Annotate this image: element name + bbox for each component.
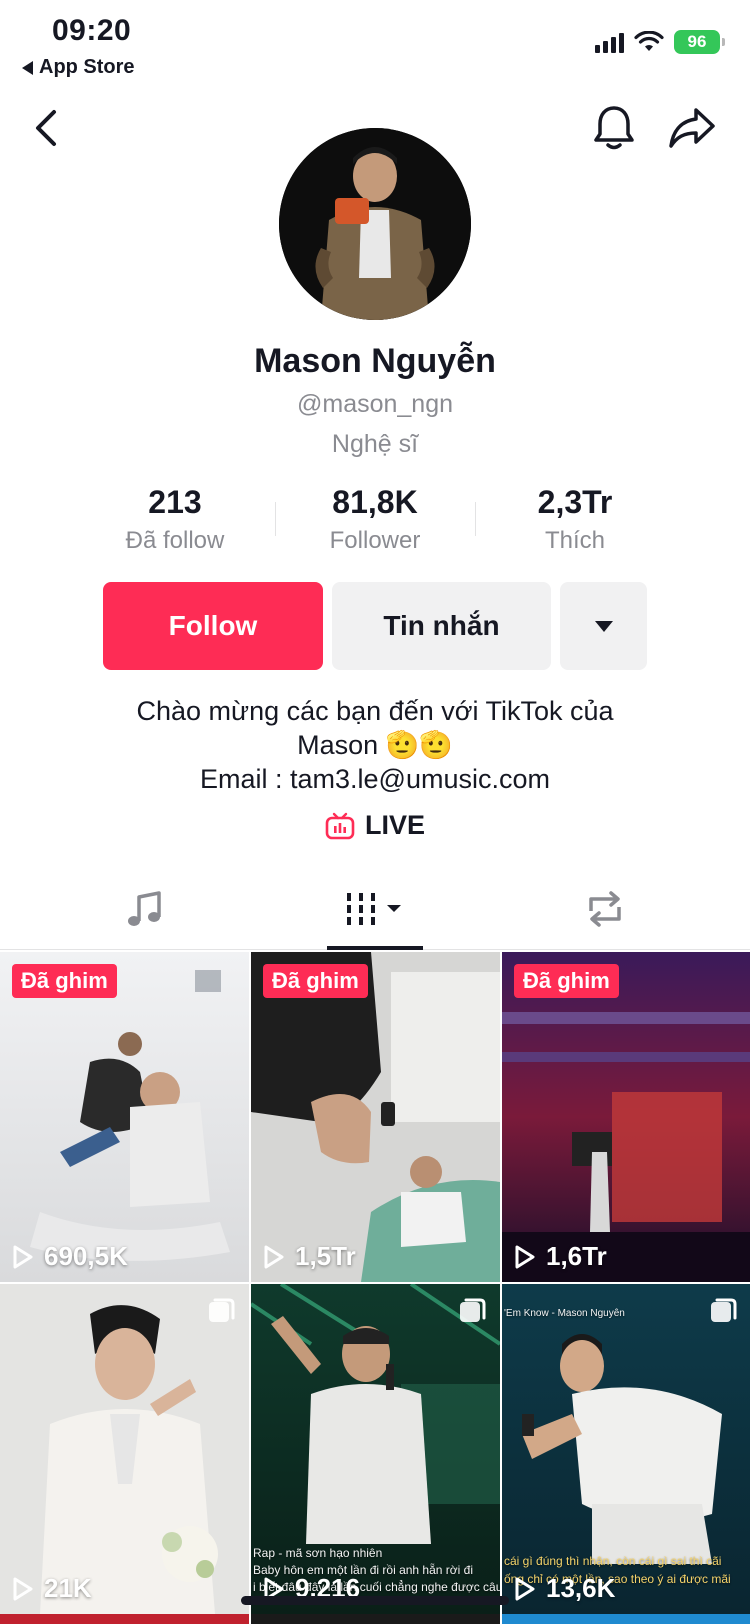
avatar[interactable]	[279, 128, 471, 320]
video-thumbnail-image	[0, 952, 249, 1282]
live-label: LIVE	[364, 810, 425, 840]
stat-value: 213	[148, 484, 202, 520]
message-button[interactable]: Tin nhắn	[332, 582, 551, 670]
pinned-badge: Đã ghim	[514, 964, 619, 998]
stat-divider	[475, 502, 476, 536]
profile-handle: @mason_ngn	[296, 390, 454, 418]
profile-stats: 213 Đã follow 81,8K Follower 2,3Tr Thích	[0, 484, 750, 564]
video-thumbnail[interactable]: Rap - mã sơn hạo nhiên Baby hôn em một l…	[251, 1284, 500, 1614]
status-time: 09:20	[52, 14, 132, 47]
bio-line: Chào mừng các bạn đến với TikTok của	[136, 696, 614, 726]
view-count: 21K	[12, 1573, 92, 1604]
home-indicator[interactable]	[241, 1596, 509, 1605]
tab-music[interactable]	[20, 868, 270, 950]
bio-email[interactable]: Email : tam3.le@umusic.com	[0, 762, 750, 796]
view-count-value: 13,6K	[546, 1573, 616, 1603]
multi-photo-icon	[209, 1298, 235, 1322]
play-icon	[515, 1577, 535, 1600]
video-caption: cái gì đúng thì nhận, còn cái gì sai thì…	[504, 1554, 722, 1568]
bio-line: Mason 🫡🫡	[297, 730, 453, 760]
video-thumbnail[interactable]: Đã ghim 1,5Tr	[251, 952, 500, 1282]
music-note-icon	[128, 891, 161, 926]
share-arrow-icon[interactable]	[668, 106, 716, 150]
back-app-label: App Store	[39, 56, 135, 78]
stat-value: 2,3Tr	[537, 484, 613, 520]
profile-bio: Chào mừng các bạn đến với TikTok của Mas…	[0, 694, 750, 796]
video-thumbnail-image	[502, 952, 750, 1282]
multi-photo-icon	[711, 1298, 737, 1322]
play-icon	[13, 1245, 33, 1268]
stat-likes[interactable]: 2,3Tr Thích	[485, 484, 665, 555]
caret-down-icon	[594, 620, 613, 632]
view-count: 690,5K	[12, 1241, 128, 1272]
stat-followers[interactable]: 81,8K Follower	[285, 484, 465, 555]
repost-icon	[589, 891, 621, 927]
stat-label: Follower	[329, 527, 421, 554]
active-tab-underline	[327, 946, 423, 950]
back-to-app-link[interactable]: App Store	[22, 56, 135, 79]
live-link[interactable]: LIVE	[0, 810, 750, 841]
follow-button[interactable]: Follow	[103, 582, 323, 670]
live-tv-icon	[325, 812, 355, 839]
stat-divider	[275, 502, 276, 536]
play-icon	[515, 1245, 535, 1268]
pinned-badge: Đã ghim	[12, 964, 117, 998]
profile-category: Nghệ sĩ	[331, 430, 419, 458]
stat-label: Đã follow	[125, 527, 225, 554]
video-thumbnail[interactable]: 21K	[0, 1284, 249, 1614]
view-count-value: 21K	[44, 1573, 92, 1603]
cellular-signal-icon	[595, 31, 624, 53]
back-triangle-icon	[22, 60, 33, 75]
battery-indicator: 96	[674, 30, 725, 54]
stat-label: Thích	[544, 527, 606, 554]
wifi-icon	[634, 31, 664, 51]
profile-name: Mason Nguyễn	[254, 342, 496, 380]
multi-photo-icon	[460, 1298, 486, 1322]
content-tabs	[0, 868, 750, 950]
tab-reposts[interactable]	[480, 868, 730, 950]
status-bar: 09:20 App Store 96	[0, 0, 750, 90]
pinned-badge: Đã ghim	[263, 964, 368, 998]
play-icon	[13, 1577, 33, 1600]
view-count-value: 690,5K	[44, 1241, 128, 1271]
view-count: 1,5Tr	[263, 1241, 356, 1272]
view-count: 1,6Tr	[514, 1241, 607, 1272]
view-count-value: 1,6Tr	[546, 1241, 607, 1271]
more-suggestions-button[interactable]	[560, 582, 647, 670]
stat-following[interactable]: 213 Đã follow	[85, 484, 265, 555]
chevron-left-icon[interactable]	[28, 108, 68, 148]
next-row-preview	[0, 1614, 750, 1624]
video-thumbnail-image	[251, 952, 500, 1282]
avatar-image	[279, 128, 471, 320]
stat-value: 81,8K	[332, 484, 418, 520]
bell-icon[interactable]	[592, 104, 636, 152]
view-count: 13,6K	[514, 1573, 615, 1604]
battery-level: 96	[687, 32, 707, 51]
video-grid-icon	[347, 893, 401, 925]
status-icons: 96	[595, 30, 725, 54]
play-icon	[264, 1245, 284, 1268]
tab-videos[interactable]	[250, 868, 500, 950]
view-count-value: 1,5Tr	[295, 1241, 356, 1271]
video-thumbnail[interactable]: Đã ghim 690,5K	[0, 952, 249, 1282]
video-thumbnail[interactable]: 'Em Know - Mason Nguyên cái gì đúng thì …	[502, 1284, 750, 1614]
video-thumbnail[interactable]: Đã ghim 1,6Tr	[502, 952, 750, 1282]
video-thumbnail-image	[0, 1284, 249, 1614]
video-caption: Rap - mã sơn hạo nhiên	[253, 1546, 383, 1560]
